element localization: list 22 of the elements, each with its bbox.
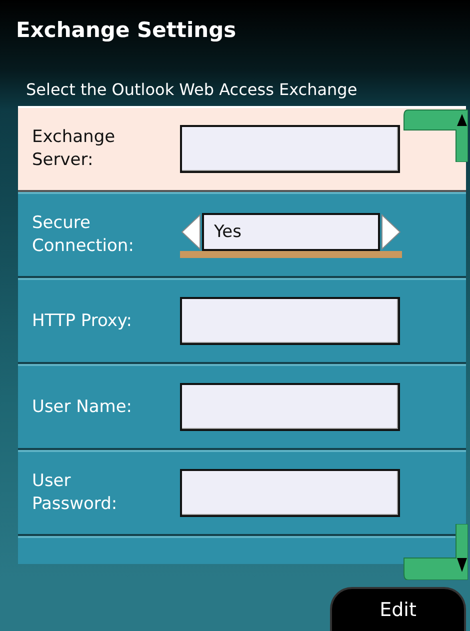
- field-label: HTTP Proxy:: [32, 310, 133, 332]
- setting-row[interactable]: HTTP Proxy:: [18, 278, 466, 364]
- setting-row[interactable]: Secure Connection: Yes: [18, 192, 466, 278]
- right-arrow-icon[interactable]: [380, 212, 402, 250]
- left-arrow-icon[interactable]: [180, 212, 202, 250]
- input-field[interactable]: [180, 469, 400, 517]
- spinner-value[interactable]: Yes: [202, 212, 380, 250]
- setting-row[interactable]: Exchange Server:: [18, 106, 466, 192]
- edit-button[interactable]: Edit: [330, 587, 466, 631]
- setting-row[interactable]: User Password:: [18, 450, 466, 536]
- field-label: Exchange Server:: [32, 126, 116, 172]
- input-field[interactable]: [180, 125, 400, 173]
- input-field[interactable]: [180, 297, 400, 345]
- input-field[interactable]: [180, 383, 400, 431]
- setting-row[interactable]: User Name:: [18, 364, 466, 450]
- scroll-down-button[interactable]: [402, 524, 468, 580]
- instruction-text: Select the Outlook Web Access Exchange: [25, 80, 358, 101]
- window-title: Exchange Settings: [15, 17, 238, 44]
- field-label: User Password:: [32, 470, 118, 516]
- scroll-up-button[interactable]: [402, 108, 468, 162]
- field-label: User Name:: [32, 396, 134, 418]
- field-label: Secure Connection:: [32, 212, 135, 258]
